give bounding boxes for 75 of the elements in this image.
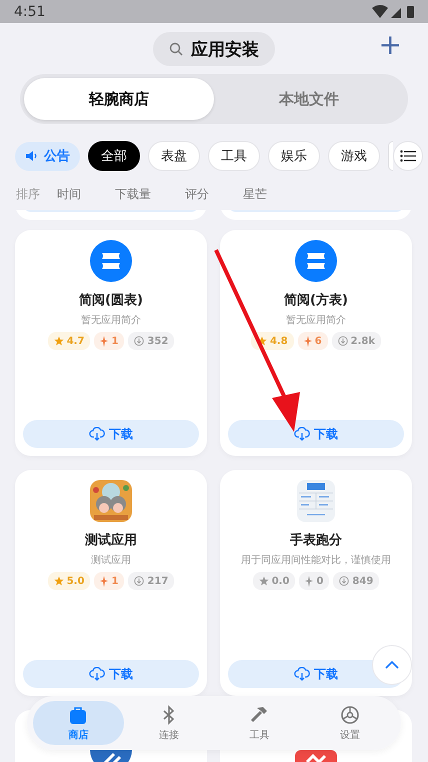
nav-tab[interactable]: 商店 [33,701,124,745]
nav-tab[interactable]: 连接 [124,701,214,745]
app-logo-icon [295,240,337,282]
rating-badge: 5.0 [48,572,90,590]
sparkle-icon [100,336,108,346]
bag-icon [68,704,88,724]
segment-tab[interactable]: 本地文件 [214,78,404,120]
rating-badge: 4.8 [250,332,294,350]
cloud-download-icon [89,427,105,441]
rating-badge: 0.0 [252,572,296,590]
download-button[interactable]: 下载 [23,420,199,448]
sparkle-badge: 6 [298,332,328,350]
app-card[interactable]: 简阅(方表) 暂无应用简介 4.8 6 2.8k 下载 [220,230,412,456]
star-icon [258,576,269,586]
download-button[interactable]: 下载 [228,420,404,448]
sparkle-badge: 1 [94,332,124,350]
rating-badge: 4.7 [48,332,90,350]
sort-option[interactable]: 评分 [185,186,209,202]
downloads-badge: 2.8k [332,332,382,350]
app-card[interactable]: 简阅(圆表) 暂无应用简介 4.7 1 352 下载 [15,230,207,456]
nav-tab[interactable]: 设置 [304,701,395,745]
category-chip-edge [388,141,393,171]
category-chip[interactable]: 娱乐 [268,141,320,171]
sort-label: 排序 [16,186,40,202]
sparkle-icon [304,336,312,346]
category-chip[interactable]: 工具 [208,141,260,171]
hammer-icon [249,704,270,724]
category-chip[interactable]: 游戏 [328,141,380,171]
menu-icon [400,150,416,162]
star-icon [54,336,64,346]
download-icon [134,576,144,586]
app-card[interactable]: 测试应用 测试应用 5.0 1 217 下载 [15,470,207,696]
status-icons [372,4,416,18]
app-card[interactable]: 手表跑分 用于同应用间性能对比，谨慎使用 0.0 0 849 下载 [220,470,412,696]
star-icon [54,576,64,586]
speaker-icon [25,150,39,162]
cloud-download-icon [294,667,310,681]
download-icon [338,336,348,346]
app-title: 简阅(圆表) [79,292,143,309]
app-logo-icon [90,240,132,282]
downloads-badge: 352 [128,332,174,350]
nav-tab[interactable]: 工具 [214,701,304,745]
settings-icon [340,704,360,724]
download-button[interactable]: 下载 [23,660,199,688]
download-icon [134,336,144,346]
cloud-download-icon [89,667,105,681]
app-title: 手表跑分 [290,532,342,549]
sort-option[interactable]: 星芒 [243,186,267,202]
app-title: 测试应用 [85,532,137,549]
sparkle-icon [100,576,108,586]
app-description: 用于同应用间性能对比，谨慎使用 [241,554,391,567]
app-title: 简阅(方表) [284,292,348,309]
cloud-download-icon [294,427,310,441]
search-icon [169,42,183,56]
sort-option[interactable]: 时间 [57,186,81,202]
sort-option[interactable]: 下载量 [115,186,151,202]
segment-tab[interactable]: 轻腕商店 [24,78,214,120]
add-button[interactable]: + [378,31,402,59]
search-field[interactable]: 应用安装 [153,32,275,66]
chevron-up-icon [385,661,399,669]
announcement-button[interactable]: 公告 [15,142,80,170]
downloads-badge: 217 [128,572,174,590]
downloads-badge: 849 [333,572,380,590]
app-description: 测试应用 [91,554,131,567]
category-chip[interactable]: 表盘 [148,141,200,171]
app-description: 暂无应用简介 [286,314,346,327]
menu-button[interactable] [393,141,423,171]
app-description: 暂无应用简介 [81,314,141,327]
sparkle-badge: 0 [299,572,330,590]
sparkle-icon [305,576,314,586]
category-chip[interactable]: 全部 [88,141,140,171]
sparkle-badge: 1 [94,572,124,590]
document-icon [297,480,335,522]
download-icon [339,576,350,586]
status-time: 4:51 [14,4,46,20]
